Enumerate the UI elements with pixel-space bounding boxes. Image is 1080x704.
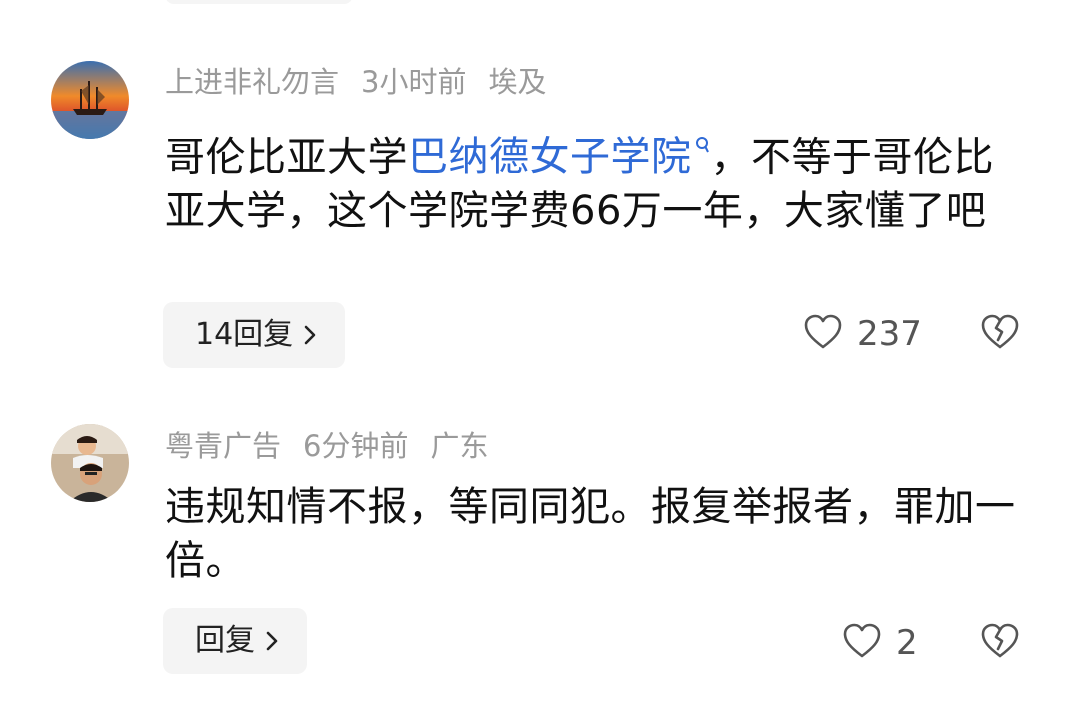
like-button[interactable]: 237 <box>803 313 922 355</box>
username[interactable]: 上进非礼勿言 <box>165 65 339 99</box>
dislike-button[interactable] <box>980 622 1020 664</box>
like-count: 2 <box>896 623 918 663</box>
search-icon <box>695 116 711 170</box>
chevron-right-icon <box>265 630 279 652</box>
replies-button[interactable]: 14回复 <box>163 302 346 368</box>
user-avatar[interactable] <box>51 424 129 502</box>
comment-text: 哥伦比亚大学巴纳德女子学院 ，不等于哥伦比亚大学，这个学院学费66万一年，大家懂了… <box>165 116 1025 238</box>
like-count: 237 <box>857 314 922 354</box>
timestamp: 6分钟前 <box>303 429 409 463</box>
user-avatar[interactable] <box>51 61 129 139</box>
sunset-ship-avatar-image <box>51 61 129 139</box>
family-photo-avatar-image <box>51 424 129 502</box>
previous-reply-button-edge[interactable] <box>165 0 353 4</box>
broken-heart-icon <box>980 623 1020 664</box>
heart-icon <box>803 313 843 355</box>
dislike-button[interactable] <box>980 313 1020 355</box>
reply-button[interactable]: 回复 <box>163 608 307 674</box>
location: 埃及 <box>488 65 547 99</box>
like-button[interactable]: 2 <box>842 622 918 664</box>
username[interactable]: 粤青广告 <box>165 429 281 463</box>
comment-meta: 上进非礼勿言 3小时前 埃及 <box>165 64 568 100</box>
comment-text: 违规知情不报，等同同犯。报复举报者，罪加一倍。 <box>165 484 1016 584</box>
broken-heart-icon <box>980 314 1020 355</box>
comment-meta: 粤青广告 6分钟前 广东 <box>165 428 510 464</box>
heart-icon <box>842 622 882 664</box>
search-link[interactable]: 巴纳德女子学院 <box>408 134 711 180</box>
reply-button-label: 14回复 <box>195 317 294 352</box>
timestamp: 3小时前 <box>361 65 467 99</box>
search-link-label: 巴纳德女子学院 <box>408 134 692 181</box>
comment-text-part: 哥伦比亚大学 <box>165 134 408 181</box>
chevron-right-icon <box>303 324 317 346</box>
reply-button-label: 回复 <box>195 623 255 658</box>
location: 广东 <box>430 429 489 463</box>
